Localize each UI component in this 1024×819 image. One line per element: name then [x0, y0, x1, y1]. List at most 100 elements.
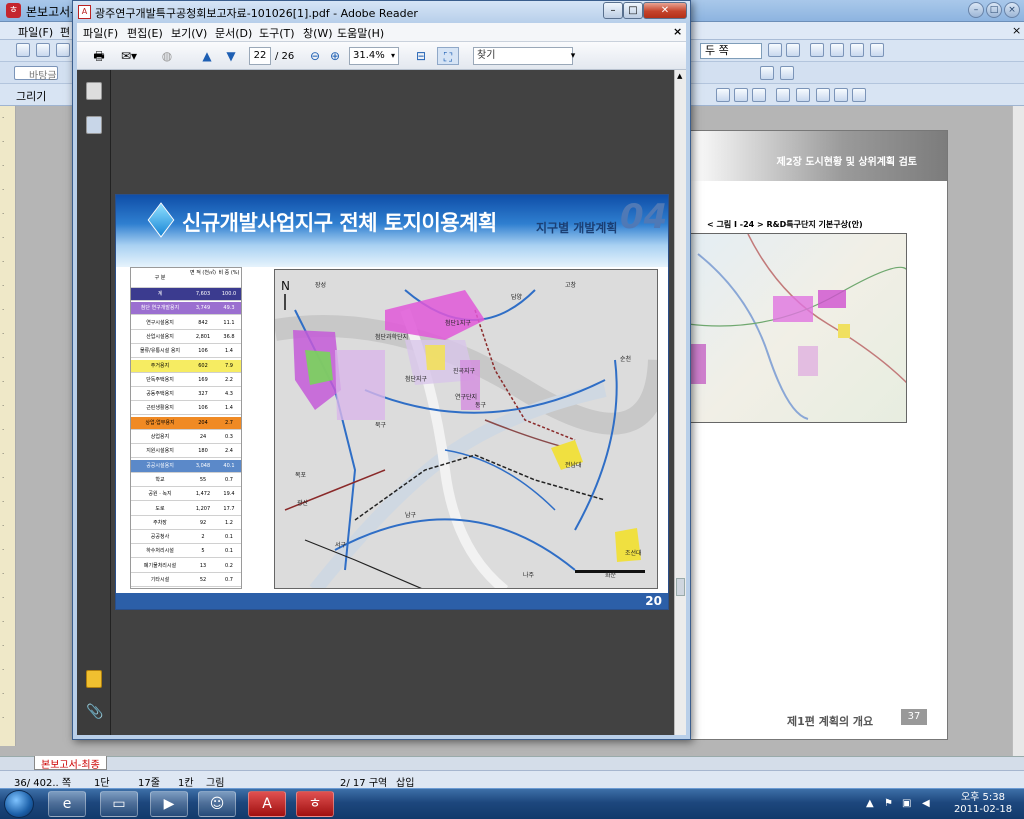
row-area: 13 — [199, 562, 207, 569]
minimize-icon[interactable]: – — [968, 2, 984, 18]
ruler-tick: · — [2, 618, 5, 626]
explorer-icon[interactable]: ▭ — [100, 791, 138, 817]
fit-width-icon[interactable]: ⊟ — [411, 47, 431, 65]
hwp-menu-file[interactable]: 파일(F) — [18, 24, 53, 40]
shape-icon[interactable] — [716, 88, 730, 102]
adobe-reader-window[interactable]: A 광주연구개발특구공청회보고자료-101026[1].pdf - Adobe … — [72, 0, 691, 740]
ruler-tick: · — [2, 282, 5, 290]
map-label: 광산 — [297, 500, 309, 507]
open-doc-icon[interactable] — [36, 43, 50, 57]
page-total: / 26 — [275, 51, 295, 62]
shape2-icon[interactable] — [734, 88, 748, 102]
reader-vertical-scrollbar[interactable]: ▲ — [674, 70, 686, 735]
map-label: 첨단1지구 — [445, 320, 471, 327]
table-row: 기타시설 52 0.7 — [131, 574, 241, 587]
share-icon[interactable]: ✉▾ — [115, 47, 143, 65]
menu-file[interactable]: 파일(F) — [83, 25, 118, 41]
hwp-app-icon[interactable]: ㅎ — [6, 3, 21, 18]
table-row: 근린생활용지 106 1.4 — [131, 402, 241, 416]
hwp-document-page[interactable]: 제2장 도시현황 및 상위계획 검토 < 그림 I -24 > R&D특구단지 … — [686, 130, 948, 740]
shape3-icon[interactable] — [752, 88, 766, 102]
page-number-input[interactable]: 22 — [249, 47, 271, 65]
taskbar-clock[interactable]: 오후 5:38 2011-02-18 — [944, 792, 1022, 816]
list-icon[interactable] — [760, 66, 774, 80]
map-label: 고창 — [565, 282, 577, 289]
hwp-menu-edit[interactable]: 편 — [60, 24, 70, 40]
row-label: 산업시설용지 — [146, 333, 174, 340]
draw-menu[interactable]: 그리기 — [16, 88, 46, 104]
table-row: 상업용지 24 0.3 — [131, 431, 241, 444]
menu-document[interactable]: 문서(D) — [215, 25, 252, 41]
menu-window[interactable]: 창(W) — [303, 25, 333, 41]
hwp-zoom-select[interactable]: 두 쪽 — [700, 43, 762, 59]
doc-close-icon[interactable]: × — [673, 25, 682, 38]
hwp-doc-close-icon[interactable]: × — [1012, 24, 1021, 37]
find-input[interactable]: 찾기 — [473, 47, 573, 65]
prev-page-icon[interactable]: ▲ — [197, 47, 217, 65]
row-ratio: 17.7 — [223, 505, 235, 512]
find-dropdown-icon[interactable]: ▾ — [567, 47, 579, 65]
comments-icon[interactable] — [86, 670, 102, 688]
bookmarks-panel-icon[interactable] — [86, 116, 102, 134]
menu-view[interactable]: 보기(V) — [171, 25, 207, 41]
adobe-reader-taskbar-icon[interactable]: A — [248, 791, 286, 817]
next-page-icon[interactable]: ▼ — [221, 47, 241, 65]
media-player-icon[interactable]: ▶ — [150, 791, 188, 817]
view-icon[interactable] — [810, 43, 824, 57]
reader-title-bar[interactable]: A 광주연구개발특구공청회보고자료-101026[1].pdf - Adobe … — [73, 1, 690, 23]
hwp-figure-map[interactable] — [687, 233, 907, 423]
maximize-icon[interactable]: □ — [986, 2, 1002, 18]
pages-panel-icon[interactable] — [86, 82, 102, 100]
tray-network-icon[interactable]: ▣ — [902, 798, 911, 809]
row-label: 첨단 연구개발용지 — [140, 305, 180, 312]
pen-icon[interactable] — [776, 88, 790, 102]
close-icon[interactable]: × — [1004, 2, 1020, 18]
pdf-app-icon[interactable]: A — [78, 5, 91, 19]
tray-arrow-icon[interactable]: ▲ — [866, 798, 874, 809]
style-select[interactable]: 바탕글 — [14, 66, 58, 82]
menu-tools[interactable]: 도구(T) — [259, 25, 295, 41]
zoom-input[interactable]: 31.4% ▾ — [349, 47, 399, 65]
print-icon[interactable]: 🖶 — [87, 47, 111, 65]
row-ratio: 36.8 — [223, 333, 235, 340]
save-doc-icon[interactable] — [56, 43, 70, 57]
messenger-icon[interactable]: ☺ — [198, 791, 236, 817]
map-label: 장성 — [315, 282, 327, 289]
close-icon[interactable]: ✕ — [643, 2, 687, 19]
tray-flag-icon[interactable]: ⚑ — [884, 798, 893, 809]
list2-icon[interactable] — [780, 66, 794, 80]
grid-icon[interactable] — [852, 88, 866, 102]
color-icon[interactable] — [796, 88, 810, 102]
start-button-icon[interactable] — [4, 790, 34, 818]
zoom-dropdown-icon: ▾ — [390, 51, 395, 60]
view4-icon[interactable] — [870, 43, 884, 57]
hwp-sheet-tab[interactable]: 본보고서-최종 — [34, 756, 107, 771]
zoom-out-icon[interactable]: ⊖ — [307, 47, 323, 65]
clock-time: 오후 5:38 — [960, 792, 1006, 803]
scroll-up-icon[interactable]: ▲ — [677, 72, 682, 80]
zoom-in-icon[interactable] — [786, 43, 800, 57]
maximize-icon[interactable]: □ — [623, 2, 643, 19]
hwp-taskbar-icon[interactable]: ㅎ — [296, 791, 334, 817]
zoom-in-icon[interactable]: ⊕ — [327, 47, 343, 65]
view3-icon[interactable] — [850, 43, 864, 57]
fill-icon[interactable] — [816, 88, 830, 102]
row-ratio: 1.4 — [225, 348, 233, 355]
zoom-out-icon[interactable] — [768, 43, 782, 57]
menu-edit[interactable]: 편집(E) — [127, 25, 163, 41]
table-row: 계 7,603 100.0 — [131, 288, 241, 301]
scroll-thumb[interactable] — [676, 578, 685, 596]
attachment-icon[interactable]: 📎 — [86, 704, 103, 722]
view2-icon[interactable] — [830, 43, 844, 57]
menu-help[interactable]: 도움말(H) — [337, 25, 384, 41]
line-icon[interactable] — [834, 88, 848, 102]
collab-icon[interactable]: ◍ — [155, 47, 179, 65]
table-row: 상업·업무용지 204 2.7 — [131, 416, 241, 430]
fit-page-icon[interactable]: ⛶ — [437, 47, 459, 65]
ie-icon[interactable]: e — [48, 791, 86, 817]
hwp-vertical-scrollbar[interactable] — [1012, 106, 1024, 756]
cube-icon — [147, 202, 175, 238]
minimize-icon[interactable]: – — [603, 2, 623, 19]
tray-volume-icon[interactable]: ◀ — [922, 798, 930, 809]
new-doc-icon[interactable] — [16, 43, 30, 57]
